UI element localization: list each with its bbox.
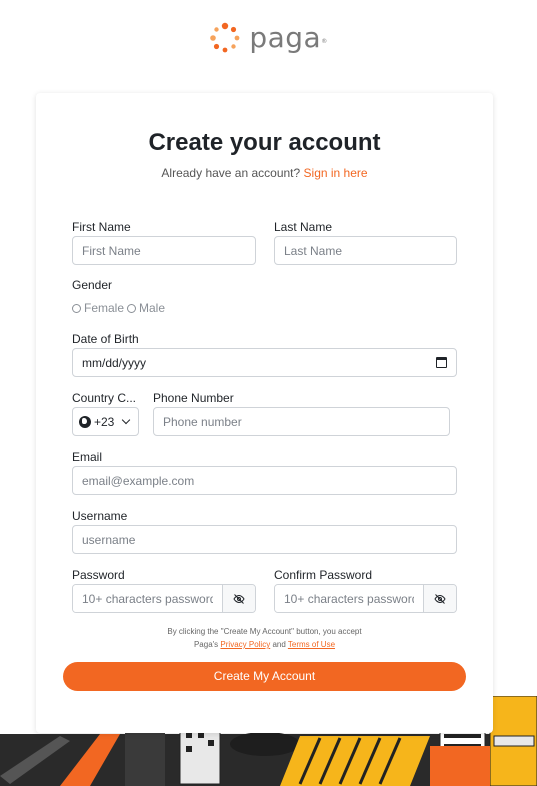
first-name-input[interactable] [72, 236, 256, 265]
logo-wordmark: paga® [249, 21, 328, 54]
signin-link[interactable]: Sign in here [304, 166, 368, 180]
terms-notice: By clicking the "Create My Account" butt… [36, 625, 493, 651]
paga-dots-logo-icon [210, 22, 240, 53]
username-label: Username [72, 509, 128, 523]
toggle-confirm-password-visibility-button[interactable] [423, 585, 456, 612]
first-name-label: First Name [72, 220, 131, 234]
gender-female-radio[interactable] [72, 303, 81, 313]
gender-male-label: Male [139, 301, 166, 315]
password-field [72, 584, 256, 613]
last-name-input[interactable] [274, 236, 457, 265]
country-code-select[interactable]: +23 [72, 407, 139, 436]
gender-male-radio[interactable] [127, 303, 137, 313]
privacy-policy-link[interactable]: Privacy Policy [220, 640, 270, 649]
toggle-password-visibility-button[interactable] [222, 585, 255, 612]
signup-card: Create your account Already have an acco… [36, 93, 493, 733]
paga-logo: paga® [0, 22, 537, 54]
gender-label: Gender [72, 278, 113, 292]
password-label: Password [72, 568, 125, 582]
dob-input[interactable]: mm/dd/yyyy [72, 348, 457, 377]
calendar-icon[interactable] [436, 357, 447, 368]
terms-line-2: Paga's Privacy Policy and Terms of Use [36, 638, 493, 651]
country-code-label: Country C... [72, 391, 136, 405]
country-code-value: +23 [94, 414, 115, 429]
globe-icon [79, 415, 91, 428]
confirm-password-field [274, 584, 457, 613]
terms-and: and [272, 640, 286, 649]
gender-female-label: Female [84, 301, 125, 315]
username-input[interactable] [72, 525, 457, 554]
terms-of-use-link[interactable]: Terms of Use [288, 640, 335, 649]
confirm-password-input[interactable] [275, 585, 423, 612]
email-input[interactable] [72, 466, 457, 495]
email-label: Email [72, 450, 103, 464]
create-account-button[interactable]: Create My Account [63, 662, 466, 691]
gender-radio-group: Female Male [72, 301, 168, 315]
confirm-password-label: Confirm Password [274, 568, 373, 582]
password-input[interactable] [73, 585, 222, 612]
eye-off-icon [233, 593, 245, 604]
dob-label: Date of Birth [72, 332, 139, 346]
last-name-label: Last Name [274, 220, 333, 234]
signin-prompt-text: Already have an account? [161, 166, 301, 180]
signin-prompt: Already have an account? Sign in here [36, 166, 493, 180]
phone-input[interactable] [153, 407, 450, 436]
dob-placeholder: mm/dd/yyyy [82, 355, 147, 370]
terms-prefix: Paga's [193, 640, 219, 649]
terms-line-1: By clicking the "Create My Account" butt… [167, 627, 362, 636]
eye-off-icon [434, 593, 446, 604]
chevron-down-icon [122, 415, 131, 425]
page-title: Create your account [148, 129, 381, 156]
phone-label: Phone Number [153, 391, 234, 405]
